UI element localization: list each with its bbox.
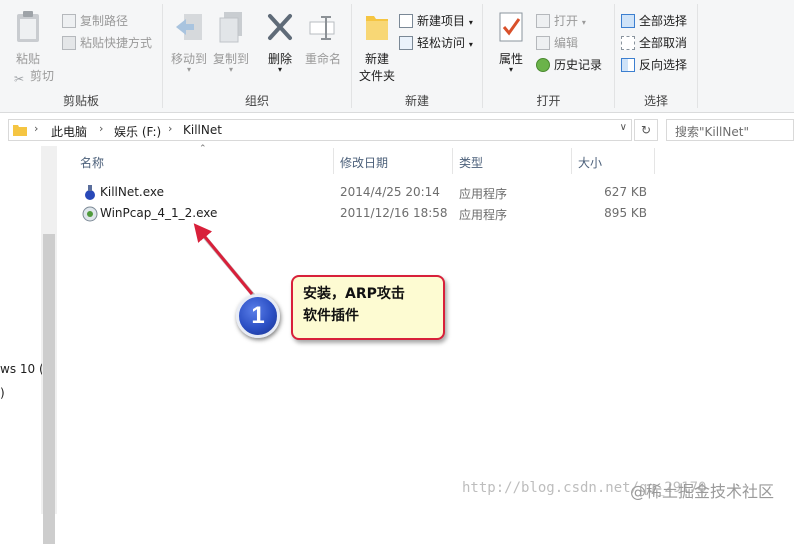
annotation-callout: 安装，ARP攻击 软件插件 [291,275,445,340]
callout-line1: 安装，ARP攻击 [303,286,405,302]
annotation-arrow [193,223,256,298]
callout-line2: 软件插件 [303,308,359,324]
step-number-badge: 1 [236,294,280,338]
watermark-site: @稀土掘金技术社区 [630,482,775,501]
